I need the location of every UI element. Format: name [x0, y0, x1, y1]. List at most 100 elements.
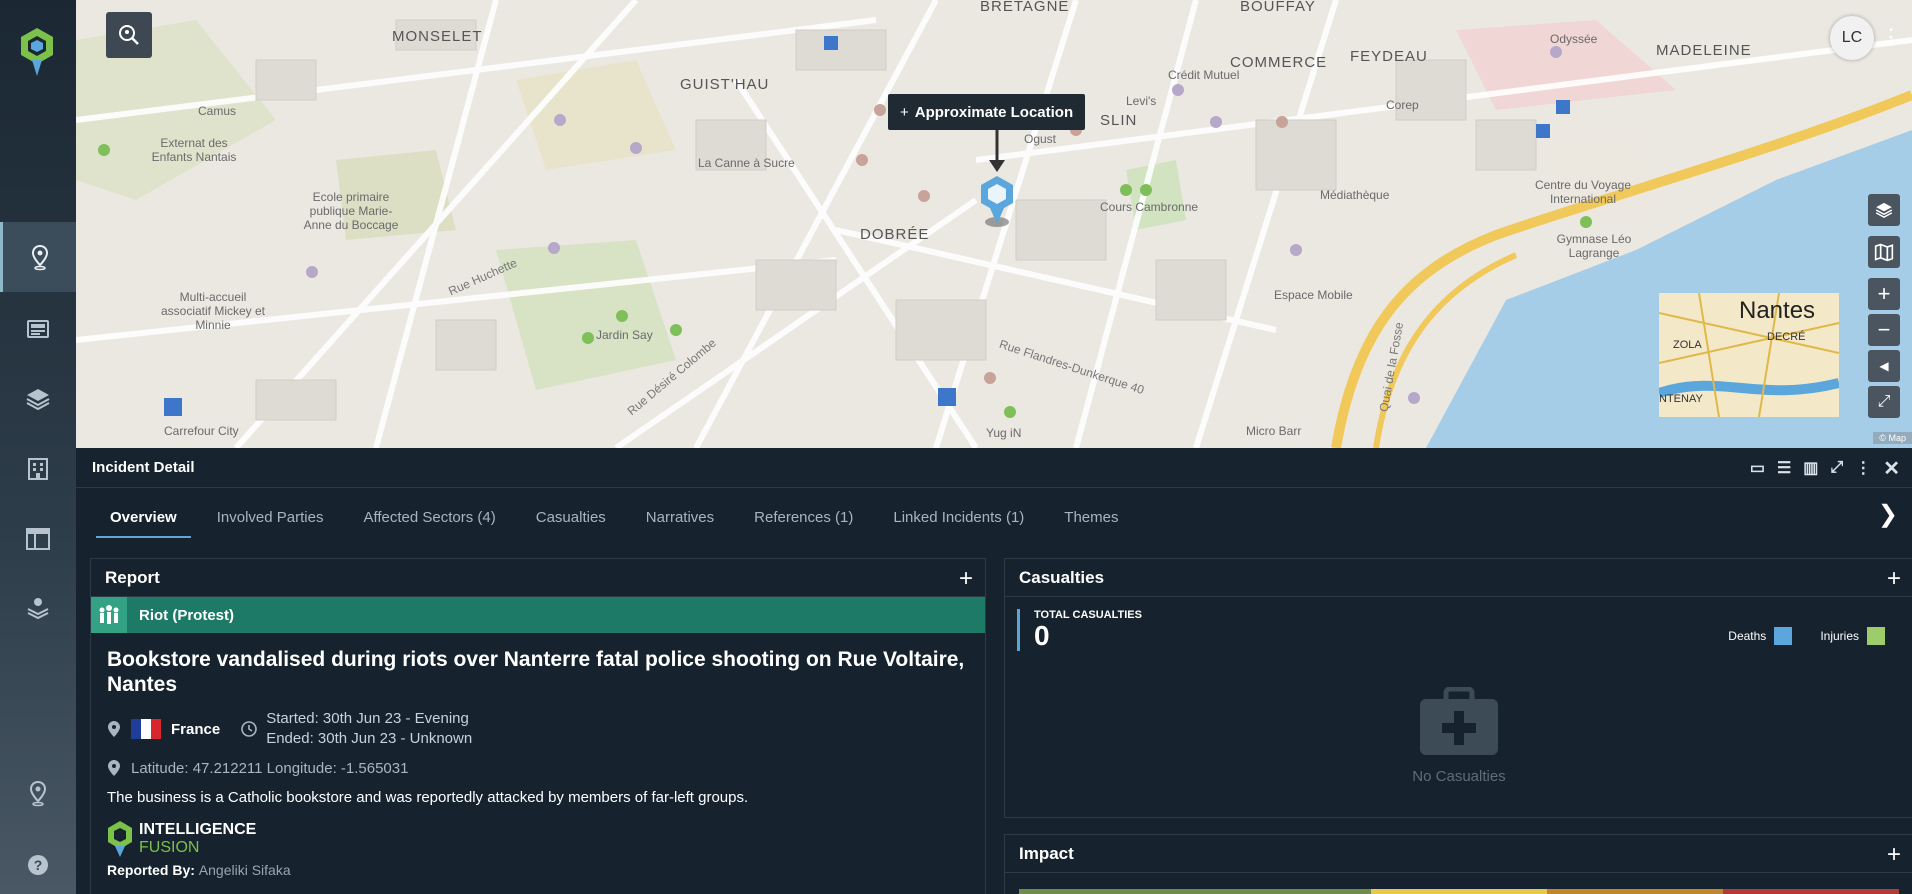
- tab-references[interactable]: References (1): [740, 509, 867, 538]
- card-title: Report: [105, 567, 160, 587]
- total-casualties-value: 0: [1034, 620, 1050, 651]
- plus-icon: +: [1877, 281, 1891, 306]
- location-pin-icon: [29, 780, 47, 807]
- tab-involved-parties[interactable]: Involved Parties: [203, 509, 338, 538]
- panel-menu-kebab-icon[interactable]: ⋮: [1855, 458, 1871, 478]
- france-flag-icon: [131, 719, 161, 739]
- map-attribution[interactable]: © Map: [1873, 432, 1912, 444]
- add-casualty-button[interactable]: +: [1887, 565, 1901, 593]
- user-avatar[interactable]: LC: [1830, 16, 1874, 60]
- impact-segment: [1723, 889, 1899, 894]
- incident-start: Started: 30th Jun 23 - Evening: [266, 710, 469, 727]
- protest-crowd-icon: [91, 597, 127, 633]
- minimap-label: NTENAY: [1659, 393, 1703, 405]
- impact-scale-bar: [1019, 889, 1899, 894]
- map-label: COMMERCE: [1230, 54, 1328, 71]
- map-label: Cours Cambronne: [1100, 200, 1199, 214]
- reported-by: Reported By: Angeliki Sifaka: [91, 858, 985, 882]
- newspaper-icon: [27, 320, 49, 338]
- incident-type-label: Riot (Protest): [139, 606, 234, 624]
- map-icon: [1874, 243, 1894, 262]
- layout-split-vertical-icon[interactable]: ▥: [1803, 458, 1818, 478]
- layout-map-icon[interactable]: ▭: [1750, 458, 1765, 478]
- layers-icon: [1875, 202, 1893, 218]
- map-label: DOBRÉE: [860, 226, 930, 243]
- impact-segment: [1195, 889, 1371, 894]
- map-label: GUIST'HAU: [680, 76, 770, 93]
- tab-linked-incidents[interactable]: Linked Incidents (1): [879, 509, 1038, 538]
- map-label: Gymnase Léo Lagrange: [1556, 232, 1632, 260]
- casualties-legend: Deaths Injuries: [1728, 627, 1885, 645]
- top-menu-kebab-icon[interactable]: ⋮: [1880, 24, 1902, 50]
- legend-swatch-deaths: [1774, 627, 1793, 645]
- impact-segment: [1019, 889, 1195, 894]
- location-search-icon: [119, 25, 139, 45]
- minimap-label: DECRÉ: [1767, 331, 1806, 343]
- map-layers-button[interactable]: [1868, 194, 1900, 226]
- map-label: Yug iN: [986, 426, 1022, 440]
- sidebar-item-feed[interactable]: [0, 294, 76, 364]
- map-label: Crédit Mutuel: [1168, 68, 1240, 82]
- fullscreen-icon: ⤢: [1877, 393, 1891, 410]
- map-label: MONSELET: [392, 28, 483, 45]
- map-search-button[interactable]: [106, 12, 152, 58]
- tab-casualties[interactable]: Casualties: [522, 509, 620, 538]
- incident-description: The business is a Catholic bookstore and…: [107, 789, 749, 806]
- layout-expand-icon[interactable]: ⤢: [1830, 459, 1843, 477]
- location-pin-icon: [108, 760, 120, 776]
- app-logo-icon[interactable]: [18, 26, 56, 78]
- sidebar-item-dashboard[interactable]: [0, 504, 76, 574]
- sidebar-item-layers[interactable]: [0, 364, 76, 434]
- no-casualties-text: No Casualties: [1412, 768, 1506, 785]
- sidebar: ?: [0, 0, 76, 894]
- legend-label-injuries: Injuries: [1820, 629, 1859, 643]
- compass-button[interactable]: ◀: [1868, 350, 1900, 382]
- stacked-pin-icon: [27, 598, 49, 620]
- incident-country: France: [171, 720, 221, 738]
- sidebar-item-incident-map[interactable]: [0, 222, 76, 292]
- zoom-out-button[interactable]: −: [1868, 314, 1900, 346]
- tab-overview[interactable]: Overview: [96, 509, 191, 538]
- source-logo: INTELLIGENCE FUSION: [91, 806, 985, 858]
- fullscreen-button[interactable]: ⤢: [1868, 386, 1900, 418]
- map-label: Multi-accueil associatif Mickey et Minni…: [160, 290, 266, 332]
- add-report-button[interactable]: +: [959, 565, 973, 593]
- minimap-label: ZOLA: [1673, 339, 1702, 351]
- tab-narratives[interactable]: Narratives: [632, 509, 728, 538]
- map-label: BOUFFAY: [1240, 0, 1316, 15]
- map-label: BRETAGNE: [980, 0, 1070, 15]
- first-aid-kit-icon: [1420, 686, 1498, 755]
- sidebar-item-buildings[interactable]: [0, 434, 76, 504]
- chevron-right-icon[interactable]: ❯: [1878, 500, 1898, 529]
- tab-affected-sectors[interactable]: Affected Sectors (4): [349, 509, 509, 538]
- legend-swatch-injuries: [1867, 627, 1885, 645]
- report-card-header: Report +: [91, 559, 985, 597]
- layout-split-horizontal-icon[interactable]: ☰: [1777, 458, 1791, 478]
- zoom-in-button[interactable]: +: [1868, 278, 1900, 310]
- sidebar-item-stacked-pins[interactable]: [0, 574, 76, 644]
- approximate-location-tooltip: + Approximate Location: [888, 94, 1086, 130]
- report-card: Report + Riot (Protest) Bookstore vandal…: [90, 558, 986, 894]
- layers-icon: [26, 389, 50, 411]
- intelligence-fusion-logo-icon: [108, 821, 132, 857]
- map-label: FEYDEAU: [1350, 48, 1428, 65]
- add-impact-button[interactable]: +: [1887, 841, 1901, 869]
- map-style-button[interactable]: [1868, 236, 1900, 268]
- compass-icon: ◀: [1879, 359, 1889, 373]
- minimap-title: Nantes: [1739, 297, 1816, 324]
- close-icon[interactable]: ✕: [1883, 456, 1900, 481]
- map-label: Camus: [198, 104, 237, 118]
- incident-coordinates: Latitude: 47.212211 Longitude: -1.565031: [91, 749, 985, 777]
- sidebar-item-locations[interactable]: [0, 758, 76, 828]
- tooltip-label: Approximate Location: [914, 103, 1074, 121]
- incident-map[interactable]: MONSELET BRETAGNE BOUFFAY COMMERCE FEYDE…: [76, 0, 1912, 448]
- map-label: Ogust: [1024, 132, 1057, 146]
- overview-minimap[interactable]: Nantes DECRÉ ZOLA NTENAY: [1659, 293, 1839, 417]
- sidebar-item-help[interactable]: ?: [0, 830, 76, 894]
- map-label: Levi's: [1126, 94, 1157, 108]
- tab-bar: Overview Involved Parties Affected Secto…: [76, 488, 1912, 538]
- help-icon: ?: [28, 855, 48, 875]
- crosshair-icon: +: [900, 103, 909, 121]
- reported-by-name[interactable]: Angeliki Sifaka: [199, 862, 291, 878]
- tab-themes[interactable]: Themes: [1050, 509, 1132, 538]
